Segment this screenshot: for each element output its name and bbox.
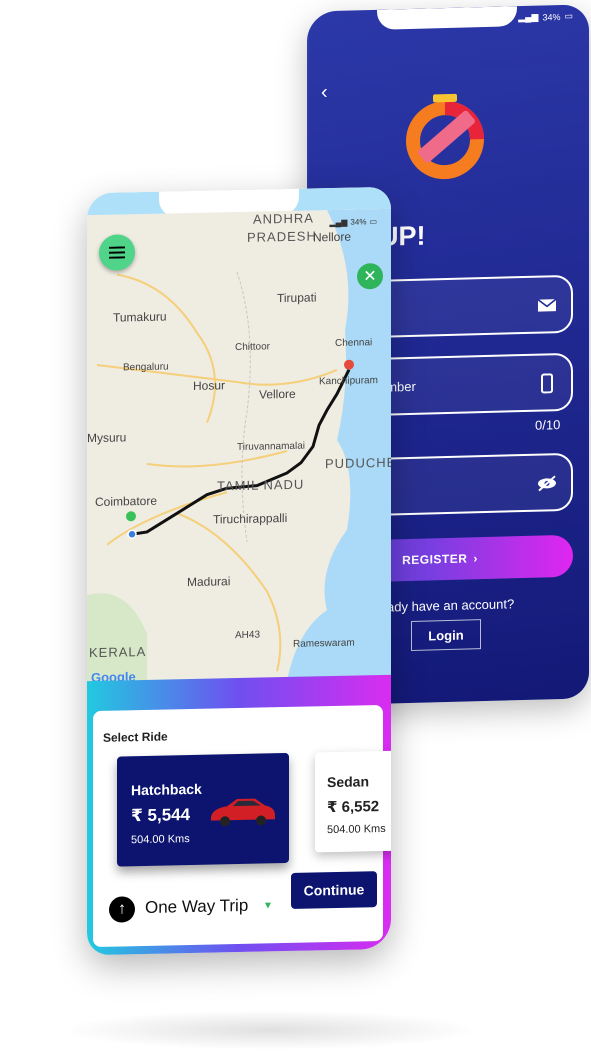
map-label-tumakuru: Tumakuru: [113, 309, 167, 325]
status-bar: ▂▄▆ 34% ▭: [518, 11, 573, 23]
floor-shadow: [60, 1010, 480, 1050]
map-label-ah43: AH43: [235, 629, 261, 642]
ride-distance: 504.00 Kms: [327, 822, 386, 837]
map-label-bengaluru: Bengaluru: [123, 361, 169, 374]
map-label-chennai: Chennai: [335, 337, 373, 349]
map-label-tamilnadu: TAMIL NADU: [217, 476, 305, 494]
status-bar: ▂▄▆ 34% ▭: [329, 217, 377, 227]
map-label-mysuru: Mysuru: [87, 430, 127, 446]
map-label-kanchipuram: Kanchipuram: [319, 375, 378, 388]
map-label-andhra: ANDHRA: [253, 210, 314, 227]
number-counter: 0/10: [535, 417, 561, 433]
register-label: REGISTER: [402, 551, 468, 568]
ride-price: ₹ 5,544: [131, 805, 191, 826]
ride-card: Select Ride Hatchback ₹ 5,544 504.00 Kms…: [93, 704, 391, 948]
map-label-tiruvannamalai: Tiruvannamalai: [237, 440, 305, 454]
signal-icon: ▂▄▆: [518, 11, 539, 23]
battery-icon: ▭: [369, 217, 377, 227]
chevron-down-icon[interactable]: ▼: [263, 900, 273, 911]
continue-button[interactable]: Continue: [291, 871, 377, 909]
map-label-hosur: Hosur: [193, 378, 226, 393]
chevron-right-icon: ›: [473, 551, 478, 566]
one-way-taxi-logo: [406, 93, 484, 180]
map-label-rameswaram: Rameswaram: [293, 637, 355, 650]
map-label-puducherry: PUDUCHER: [325, 454, 391, 472]
back-arrow-icon[interactable]: ‹: [321, 81, 328, 104]
hamburger-icon: [109, 246, 125, 259]
eye-off-icon[interactable]: [537, 473, 557, 494]
signal-icon: ▂▄▆: [329, 217, 348, 228]
battery-percent: 34%: [542, 11, 561, 23]
map-label-vellore: Vellore: [259, 386, 296, 402]
map-label-tirupati: Tirupati: [277, 290, 317, 306]
arrow-up-icon: ↑: [109, 896, 135, 923]
phone-icon: [541, 373, 553, 394]
mail-icon: [537, 298, 557, 312]
map-label-kerala: KERALA: [89, 643, 147, 661]
battery-percent: 34%: [350, 217, 367, 227]
phone-notch: [377, 6, 517, 30]
ride-distance: 504.00 Kms: [131, 833, 190, 847]
login-button[interactable]: Login: [411, 619, 481, 651]
red-car-icon: [211, 798, 275, 827]
ride-name: Hatchback: [131, 780, 202, 799]
map-label-pradesh: PRADESH: [247, 228, 317, 245]
map-label-nellore: Nellore: [313, 229, 352, 245]
ride-option-hatchback[interactable]: Hatchback ₹ 5,544 504.00 Kms: [117, 752, 289, 867]
trip-type-select[interactable]: One Way Trip: [145, 896, 248, 918]
ride-name: Sedan: [327, 773, 370, 791]
map-label-tiruchirappalli: Tiruchirappalli: [213, 510, 288, 527]
map-label-madurai: Madurai: [187, 574, 231, 590]
battery-icon: ▭: [564, 10, 573, 21]
map-label-coimbatore: Coimbatore: [95, 493, 158, 510]
select-ride-heading: Select Ride: [103, 729, 168, 745]
map-view[interactable]: ANDHRA PRADESH Nellore Tumakuru Tirupati…: [87, 208, 391, 686]
ride-price: ₹ 6,552: [327, 798, 380, 817]
ride-option-sedan[interactable]: Sedan ₹ 6,552 504.00 Kms: [315, 750, 391, 853]
showcase-stage: ▂▄▆ 34% ▭ ‹ UP! umber 0/10 REGISTER › ad…: [0, 0, 591, 1054]
ride-panel: Select Ride Hatchback ₹ 5,544 504.00 Kms…: [87, 674, 391, 956]
map-label-chittoor: Chittoor: [235, 341, 271, 354]
map-phone: ANDHRA PRADESH Nellore Tumakuru Tirupati…: [87, 186, 391, 956]
